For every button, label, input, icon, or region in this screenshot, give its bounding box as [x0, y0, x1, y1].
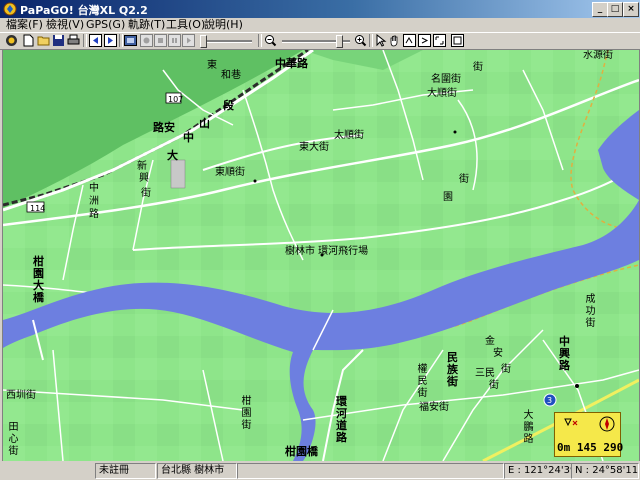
map-label: 段	[223, 99, 234, 112]
map-label: 福安街	[419, 402, 449, 413]
map-label: 中興路	[559, 335, 570, 372]
fit-icon[interactable]	[433, 34, 446, 47]
map-label: 成功街	[585, 294, 596, 329]
toolbar-separator	[83, 34, 87, 47]
gps-readout: 0m 145 290	[557, 441, 624, 454]
map-label: 三民	[475, 368, 495, 379]
stop-icon[interactable]	[154, 34, 167, 47]
rotate-left-icon[interactable]	[403, 34, 416, 47]
maximize-button[interactable]: □	[607, 2, 623, 17]
map-label: 洲	[89, 196, 99, 207]
map-label: 街	[489, 380, 499, 391]
map-label: 中	[183, 131, 194, 144]
map-label: 安	[493, 348, 503, 359]
map-label: 中	[89, 183, 99, 194]
map-label: 柑園大橋	[33, 255, 44, 304]
registration-status: 未註冊	[95, 463, 156, 479]
map-label: 街	[501, 364, 511, 375]
map-label: 西圳街	[6, 390, 36, 401]
toolbar-separator	[258, 34, 262, 47]
open-folder-icon[interactable]	[37, 34, 50, 47]
map-label: 大順街	[427, 88, 457, 99]
airport-label: 樹林市 環河飛行場	[285, 246, 369, 257]
zoom-in-icon[interactable]	[354, 34, 367, 47]
station-building	[170, 159, 186, 189]
minimize-button[interactable]: _	[592, 2, 608, 17]
menu-file[interactable]: 檔案(F)	[6, 18, 43, 32]
map-label: 民族街	[447, 351, 458, 388]
playback-speed-thumb[interactable]	[200, 35, 207, 48]
save-icon[interactable]	[52, 34, 65, 47]
location-status: 台北縣 樹林市	[157, 463, 237, 479]
map-label: 新	[137, 161, 147, 172]
route-114-label: 114	[30, 204, 46, 213]
map-label: 田心街	[8, 422, 19, 457]
map-label: 街	[473, 62, 483, 73]
map-label: 中華路	[275, 57, 308, 70]
map-label: 環河道路	[336, 395, 347, 444]
route-3-label: 3	[547, 396, 553, 405]
back-icon[interactable]	[89, 34, 102, 47]
map-view[interactable]: 東 和巷 中華路 107 段 山 中 路安 大 新 興 街 中 洲 路 114 …	[2, 49, 640, 462]
map-label: 金	[485, 336, 495, 347]
map-label: 水源街	[583, 50, 613, 61]
title-bar: PaPaGO! 台灣XL Q2.2 _ □ ×	[0, 0, 640, 18]
map-label: 東順街	[215, 167, 245, 178]
map-label: 街	[141, 188, 151, 199]
rotate-right-icon[interactable]	[418, 34, 431, 47]
menu-track[interactable]: 軌跡(T)	[128, 18, 165, 32]
pointer-icon[interactable]	[374, 34, 387, 47]
map-label: 街	[459, 174, 469, 185]
globe-icon[interactable]	[5, 34, 18, 47]
print-icon[interactable]	[67, 34, 80, 47]
pause-icon[interactable]	[168, 34, 181, 47]
map-label: 大鵬路	[523, 410, 534, 445]
map-label: 園	[443, 192, 453, 203]
hand-pan-icon[interactable]	[388, 34, 401, 47]
toolbar-separator	[119, 34, 123, 47]
route-107-label: 107	[168, 95, 184, 104]
map-label: 權民街	[417, 364, 428, 399]
toolbar	[0, 32, 640, 50]
window-title: PaPaGO! 台灣XL Q2.2	[20, 4, 148, 17]
menu-help[interactable]: 說明(H)	[204, 18, 243, 32]
map-label: 太順街	[334, 130, 364, 141]
forward-icon[interactable]	[104, 34, 117, 47]
compass-icon	[564, 416, 615, 432]
map-label: 柑園街	[241, 396, 252, 431]
map-label: 柑園橋	[285, 445, 318, 458]
photo-icon[interactable]	[124, 34, 137, 47]
map-label: 東大街	[299, 142, 329, 153]
latitude-status: N : 24°58'11.3	[571, 463, 639, 479]
map-label: 和巷	[221, 70, 241, 81]
playback-speed-slider[interactable]	[200, 40, 252, 43]
new-file-icon[interactable]	[22, 34, 35, 47]
status-blank	[237, 463, 504, 479]
menu-bar: 檔案(F) 檢視(V) GPS(G) 軌跡(T) 工具(O) 說明(H)	[0, 18, 640, 32]
play-icon[interactable]	[182, 34, 195, 47]
menu-tools[interactable]: 工具(O)	[166, 18, 205, 32]
zoom-slider-thumb[interactable]	[336, 35, 343, 48]
zoom-out-icon[interactable]	[264, 34, 277, 47]
papago-app-icon	[3, 2, 17, 16]
fullscreen-icon[interactable]	[451, 34, 464, 47]
menu-gps[interactable]: GPS(G)	[86, 18, 125, 32]
gps-info-panel: 0m 145 290	[554, 412, 624, 457]
map-label: 路安	[153, 121, 175, 134]
toolbar-separator	[369, 34, 373, 47]
status-bar: 未註冊 台北縣 樹林市 E : 121°24'39.4" N : 24°58'1…	[0, 461, 640, 480]
longitude-status: E : 121°24'39.4"	[504, 463, 572, 479]
menu-view[interactable]: 檢視(V)	[46, 18, 84, 32]
map-label: 山	[199, 117, 210, 130]
map-label: 路	[89, 209, 99, 220]
map-label: 大	[167, 149, 178, 162]
map-label: 興	[139, 173, 149, 184]
map-label: 名圍街	[431, 74, 461, 85]
record-icon[interactable]	[140, 34, 153, 47]
map-label: 東	[207, 60, 217, 71]
close-button[interactable]: ×	[623, 2, 639, 17]
